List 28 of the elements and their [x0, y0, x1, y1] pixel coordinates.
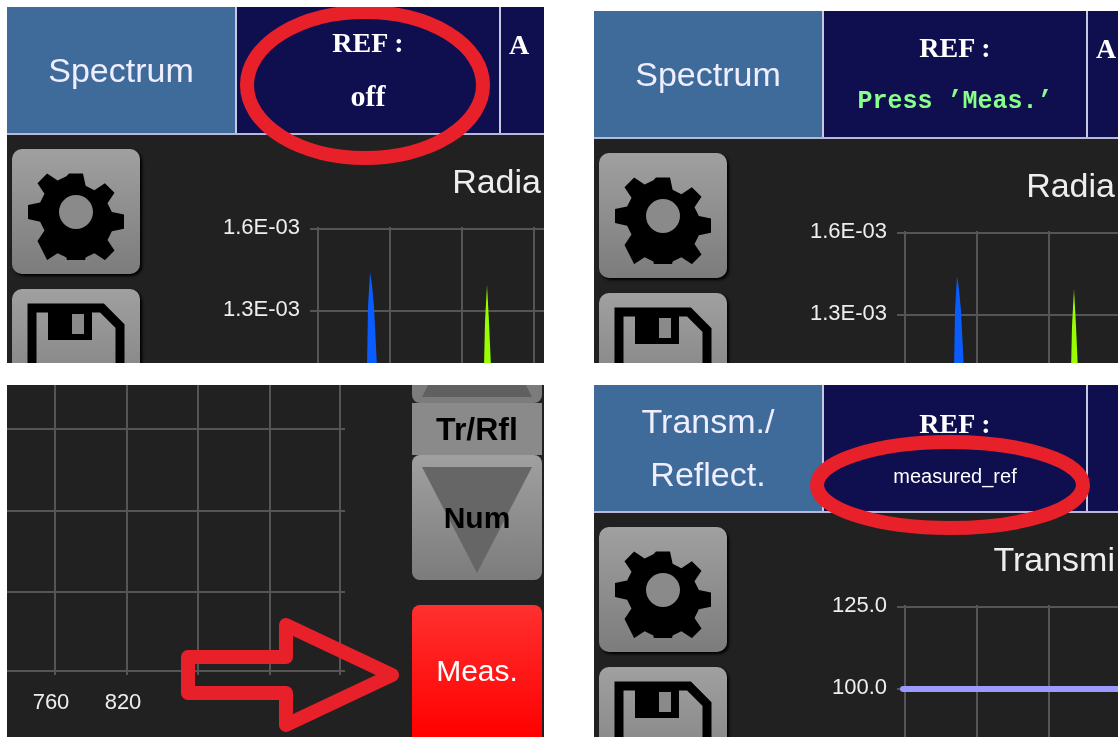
mode-tab[interactable]: Transm./ Reflect.: [594, 385, 824, 511]
chart-title: Radia: [452, 161, 541, 201]
header-tab[interactable]: A: [1088, 11, 1118, 137]
reference-label: REF :: [919, 32, 991, 65]
chart-title: Transmi: [993, 539, 1115, 579]
axis-tick-label: 1.3E-03: [222, 298, 300, 320]
reference-value: Press ’Meas.’: [857, 86, 1053, 116]
down-button[interactable]: Num: [412, 455, 542, 580]
axis-tick-label: 1.6E-03: [809, 220, 887, 242]
axis-tick-label: 1.6E-03: [222, 216, 300, 238]
mode-tab[interactable]: Spectrum: [594, 11, 824, 137]
axis-tick-label: 1.3E-03: [809, 302, 887, 324]
reference-value: off: [350, 79, 386, 113]
settings-button[interactable]: [12, 149, 140, 274]
measure-button[interactable]: Meas.: [412, 605, 542, 737]
axis-tick-label: 100.0: [831, 676, 887, 698]
header-tab[interactable]: A: [501, 7, 544, 133]
axis-tick-label: 760: [31, 689, 71, 715]
reference-label: REF :: [919, 407, 991, 440]
reference-label: REF :: [332, 27, 404, 59]
reference-value: measured_ref: [893, 465, 1017, 489]
mode-tab[interactable]: Spectrum: [7, 7, 237, 133]
chart-title: Radia: [1026, 165, 1115, 205]
settings-button[interactable]: [599, 153, 727, 278]
mode-label: Tr/Rfl: [412, 403, 542, 455]
settings-button[interactable]: [599, 527, 727, 652]
axis-tick-label: 820: [103, 689, 143, 715]
axis-tick-label: 125.0: [831, 594, 887, 616]
